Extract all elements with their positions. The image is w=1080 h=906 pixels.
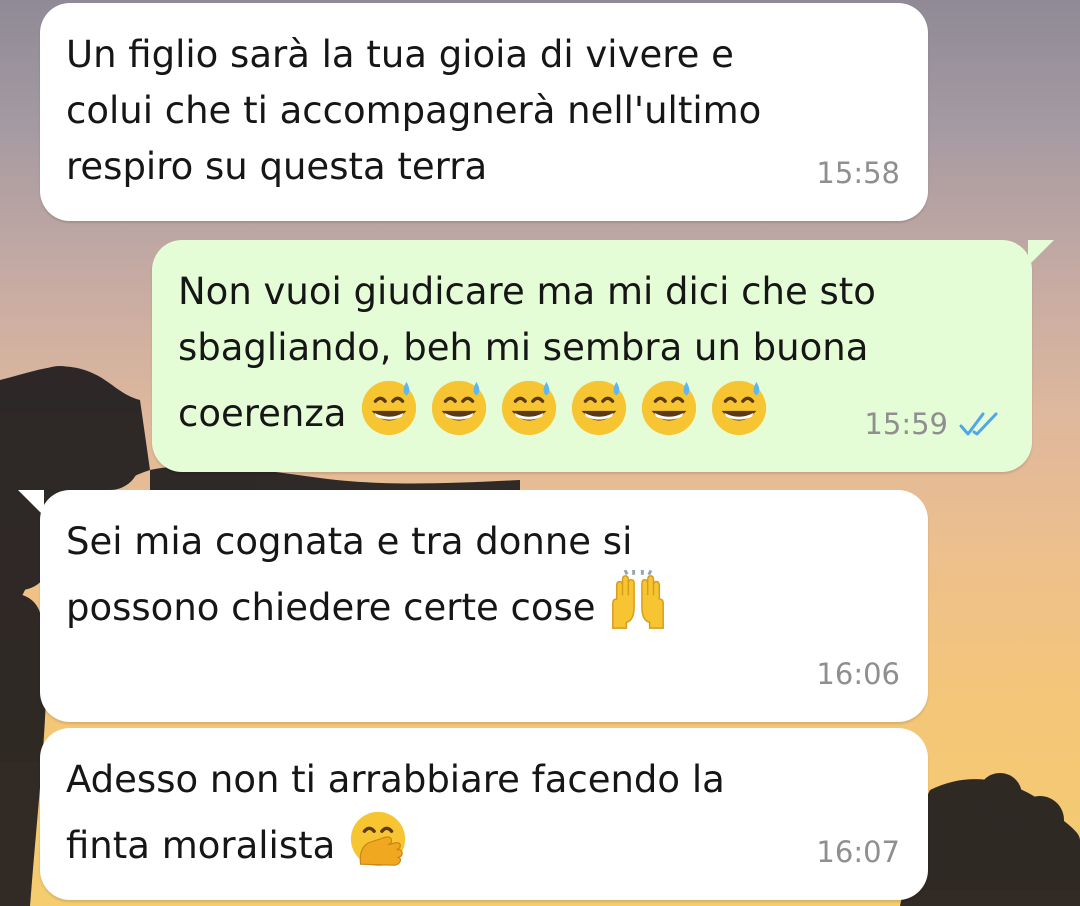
face-with-hand-over-mouth-icon xyxy=(347,808,409,870)
raising-hands-icon xyxy=(607,570,669,632)
grinning-face-with-sweat-icon xyxy=(708,376,770,438)
message-timestamp: 16:06 xyxy=(816,657,900,691)
message-text: Sei mia cognata e tra donne si possono c… xyxy=(66,514,902,636)
grinning-face-with-sweat-icon xyxy=(568,376,630,438)
message-timestamp: 15:59 xyxy=(864,407,948,441)
grinning-face-with-sweat-icon xyxy=(638,376,700,438)
bubble-tail xyxy=(1028,240,1054,266)
message-timestamp: 15:58 xyxy=(816,156,900,190)
message-timestamp: 16:07 xyxy=(816,835,900,869)
message-text: Adesso non ti arrabbiare facendo la fint… xyxy=(66,752,902,874)
message-text-content: Sei mia cognata e tra donne si possono c… xyxy=(66,520,633,629)
message-meta: 16:07 xyxy=(816,824,900,880)
message-text: Un figlio sarà la tua gioia di vivere e … xyxy=(66,33,762,188)
message-bubble-outgoing[interactable]: Non vuoi giudicare ma mi dici che sto sb… xyxy=(152,240,1054,472)
grinning-face-with-sweat-icon xyxy=(498,376,560,438)
message-meta: 16:06 xyxy=(816,646,900,702)
grinning-face-with-sweat-icon xyxy=(428,376,490,438)
message-meta: 15:59 xyxy=(864,396,1004,452)
grinning-face-with-sweat-icon xyxy=(358,376,420,438)
message-bubble-incoming[interactable]: Sei mia cognata e tra donne si possono c… xyxy=(18,490,928,722)
message-bubble-incoming[interactable]: Un figlio sarà la tua gioia di vivere e … xyxy=(40,3,928,221)
message-bubble-incoming[interactable]: Adesso non ti arrabbiare facendo la fint… xyxy=(40,728,928,900)
read-double-check-icon xyxy=(958,409,1004,439)
emoji-row xyxy=(358,376,774,438)
message-meta: 15:58 xyxy=(816,145,900,201)
bubble-tail xyxy=(18,490,44,516)
